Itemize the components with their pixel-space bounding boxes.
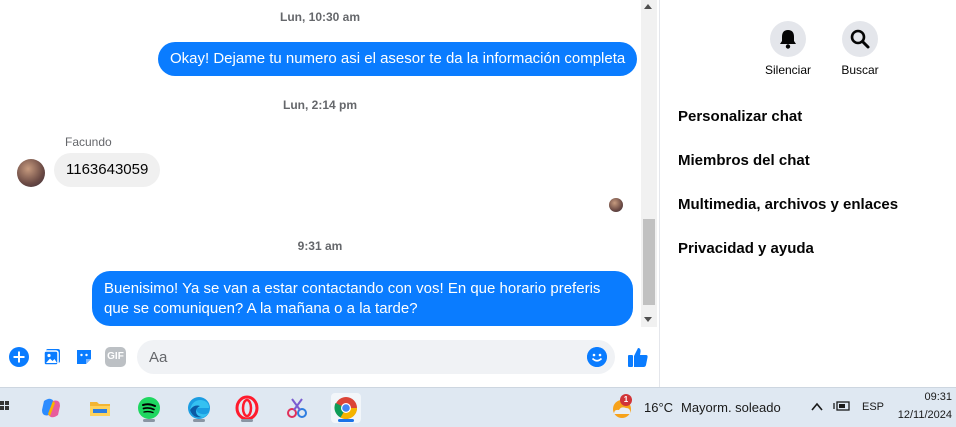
file-explorer-icon xyxy=(90,402,110,416)
mute-label: Silenciar xyxy=(764,63,812,77)
language-indicator[interactable]: ESP xyxy=(862,401,884,413)
copilot-app[interactable] xyxy=(36,393,66,423)
outgoing-message[interactable]: Buenisimo! Ya se van a estar contactando… xyxy=(92,271,633,326)
read-receipt-avatar xyxy=(609,198,623,212)
bell-icon xyxy=(780,30,796,49)
opera-app[interactable] xyxy=(232,393,262,423)
taskbar: 1 16°C Mayorm. soleado ESP 09:31 12/11/2… xyxy=(0,387,956,427)
battery-icon[interactable] xyxy=(833,399,851,413)
snipping-tool-icon xyxy=(287,398,307,418)
incoming-message[interactable]: 1163643059 xyxy=(54,153,161,187)
timestamp: Lun, 2:14 pm xyxy=(282,98,357,112)
weather-temperature[interactable]: 16°C xyxy=(644,400,673,415)
running-indicator xyxy=(193,419,205,422)
mute-button[interactable] xyxy=(770,21,806,57)
timestamp: Lun, 10:30 am xyxy=(279,10,361,24)
weather-widget-icon[interactable]: 1 xyxy=(610,394,634,420)
message-input[interactable]: Aa xyxy=(137,340,615,374)
menu-item-privacy-help[interactable]: Privacidad y ayuda xyxy=(678,240,814,257)
gif-button[interactable]: GIF xyxy=(105,347,126,367)
timestamp: 9:31 am xyxy=(297,239,343,253)
search-button[interactable] xyxy=(842,21,878,57)
sender-avatar[interactable] xyxy=(17,159,45,187)
running-indicator xyxy=(241,419,253,422)
chat-scrollbar[interactable] xyxy=(641,0,657,327)
menu-item-chat-members[interactable]: Miembros del chat xyxy=(678,152,810,169)
weather-description[interactable]: Mayorm. soleado xyxy=(681,400,781,415)
scroll-up-arrow-icon[interactable] xyxy=(644,4,652,9)
widgets-edge-icon[interactable] xyxy=(0,400,10,416)
sender-name: Facundo xyxy=(65,135,112,149)
edge-app[interactable] xyxy=(184,393,214,423)
photo-icon[interactable] xyxy=(42,347,62,367)
chrome-app[interactable] xyxy=(331,393,361,423)
copilot-icon xyxy=(42,398,60,418)
scroll-down-arrow-icon[interactable] xyxy=(644,317,652,322)
menu-item-media-files-links[interactable]: Multimedia, archivos y enlaces xyxy=(678,196,898,213)
snipping-tool-app[interactable] xyxy=(282,393,312,423)
clock-time[interactable]: 09:31 xyxy=(892,391,952,403)
search-icon xyxy=(850,29,870,49)
chat-info-panel: Silenciar Buscar Personalizar chat Miemb… xyxy=(661,0,956,387)
chat-pane: Lun, 10:30 am Okay! Dejame tu numero asi… xyxy=(0,0,660,387)
active-indicator xyxy=(338,419,354,422)
like-thumb-icon[interactable] xyxy=(627,346,649,368)
menu-item-customize-chat[interactable]: Personalizar chat xyxy=(678,108,802,125)
running-indicator xyxy=(143,419,155,422)
sticker-icon[interactable] xyxy=(74,347,94,367)
weather-badge: 1 xyxy=(620,394,632,406)
search-label: Buscar xyxy=(841,63,879,77)
emoji-icon[interactable] xyxy=(587,347,607,367)
message-input-placeholder: Aa xyxy=(149,349,168,366)
scroll-thumb[interactable] xyxy=(643,219,655,305)
spotify-app[interactable] xyxy=(134,393,164,423)
chevron-up-icon[interactable] xyxy=(810,401,824,413)
plus-icon[interactable] xyxy=(9,347,29,367)
outgoing-message[interactable]: Okay! Dejame tu numero asi el asesor te … xyxy=(158,42,638,76)
file-explorer-app[interactable] xyxy=(85,393,115,423)
clock-date[interactable]: 12/11/2024 xyxy=(882,409,952,421)
